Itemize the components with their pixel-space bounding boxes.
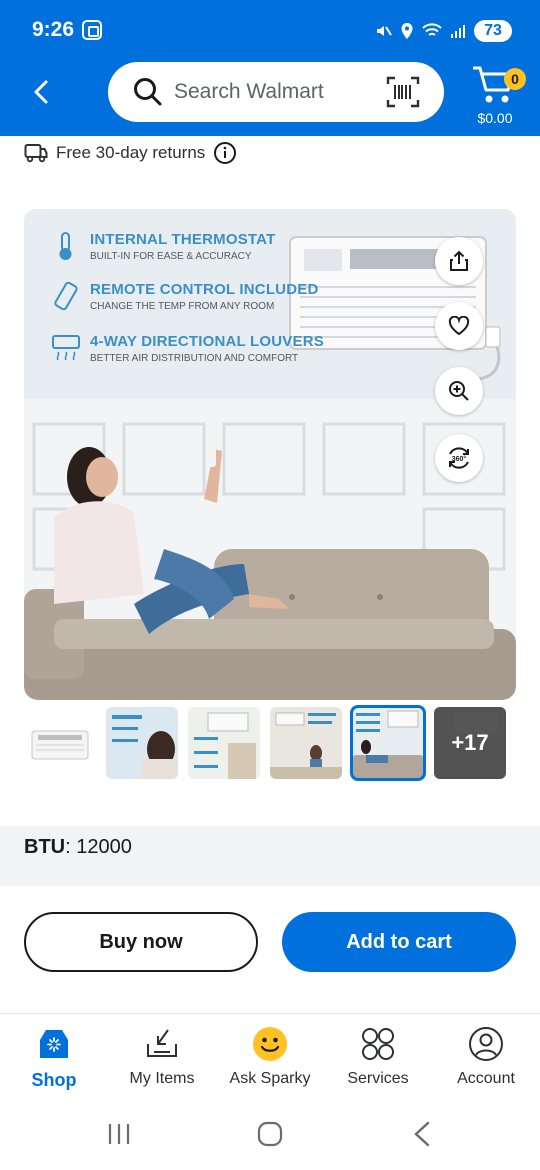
spec-btu: BTU: 12000: [24, 836, 132, 859]
search-input[interactable]: Search Walmart: [174, 80, 324, 104]
returns-truck-icon: [24, 144, 48, 163]
spec-label: BTU: [24, 836, 66, 858]
nav-ask-sparky[interactable]: Ask Sparky: [216, 1026, 324, 1088]
nav-account[interactable]: Account: [432, 1026, 540, 1088]
add-to-cart-button[interactable]: Add to cart: [282, 912, 516, 972]
wifi-icon: [422, 23, 442, 36]
feature-subtitle: BUILT-IN FOR EASE & ACCURACY: [90, 251, 252, 262]
nav-label: Services: [347, 1070, 409, 1087]
account-icon: [469, 1027, 503, 1061]
recent-apps-icon[interactable]: [106, 1122, 132, 1146]
360-view-icon: 360°: [449, 447, 469, 469]
zoom-in-icon: [449, 381, 469, 401]
nav-shop[interactable]: Shop: [0, 1026, 108, 1091]
search-bar[interactable]: Search Walmart: [108, 62, 444, 122]
louver-icon: [52, 335, 80, 361]
zoom-button[interactable]: [435, 367, 483, 415]
location-icon: [401, 23, 413, 39]
nav-label: Shop: [31, 1070, 77, 1090]
status-icons: 73: [374, 18, 512, 44]
nav-services[interactable]: Services: [324, 1026, 432, 1088]
share-button[interactable]: [435, 237, 483, 285]
screenshot-status-icon: [82, 20, 102, 40]
thermometer-icon: [59, 232, 72, 260]
status-time: 9:26: [32, 18, 75, 41]
feature-thermostat: INTERNAL THERMOSTAT BUILT-IN FOR EASE & …: [52, 231, 275, 262]
nav-label: Ask Sparky: [229, 1070, 311, 1087]
battery-indicator: 73: [474, 20, 512, 42]
cart-count-badge: 0: [504, 68, 526, 90]
services-icon: [362, 1028, 394, 1060]
cart-total: $0.00: [477, 110, 513, 126]
signal-icon: [451, 25, 465, 38]
buy-now-button[interactable]: Buy now: [24, 912, 258, 972]
feature-subtitle: BETTER AIR DISTRIBUTION AND COMFORT: [90, 353, 299, 364]
svg-text:360°: 360°: [452, 455, 467, 463]
feature-remote: REMOTE CONTROL INCLUDED CHANGE THE TEMP …: [52, 281, 319, 312]
thumbnail-more[interactable]: +17: [434, 707, 506, 779]
mute-icon: [377, 26, 392, 36]
spec-value: : 12000: [65, 836, 132, 858]
share-icon: [450, 250, 468, 271]
thumbnail-2[interactable]: [106, 707, 178, 779]
feature-subtitle: CHANGE THE TEMP FROM ANY ROOM: [90, 301, 275, 312]
nav-my-items[interactable]: My Items: [108, 1026, 216, 1088]
remote-icon: [54, 281, 78, 311]
system-back-icon[interactable]: [410, 1120, 434, 1148]
feature-title: INTERNAL THERMOSTAT: [90, 231, 276, 248]
feature-title: REMOTE CONTROL INCLUDED: [90, 281, 319, 298]
system-navigation-bar: [0, 1100, 540, 1170]
nav-label: Account: [457, 1070, 515, 1087]
view-360-button[interactable]: 360°: [435, 434, 483, 482]
barcode-scanner-icon[interactable]: [386, 76, 420, 108]
feature-louvers: 4-WAY DIRECTIONAL LOUVERS BETTER AIR DIS…: [52, 333, 324, 364]
thumbnail-3[interactable]: [188, 707, 260, 779]
bottom-navigation: Shop My Items Ask Sparky Services Accoun…: [0, 1013, 540, 1099]
more-images-count: +17: [434, 707, 506, 779]
returns-policy: Free 30-day returns: [24, 140, 237, 166]
back-arrow-icon[interactable]: [24, 74, 60, 110]
returns-text: Free 30-day returns: [56, 143, 206, 162]
sparky-icon: [253, 1027, 287, 1061]
home-icon[interactable]: [256, 1120, 284, 1148]
feature-title: 4-WAY DIRECTIONAL LOUVERS: [90, 333, 324, 350]
favorite-button[interactable]: [435, 302, 483, 350]
thumbnail-4[interactable]: [270, 707, 342, 779]
product-main-image[interactable]: INTERNAL THERMOSTAT BUILT-IN FOR EASE & …: [24, 209, 516, 700]
nav-label: My Items: [129, 1070, 195, 1087]
info-icon[interactable]: [213, 141, 237, 165]
shop-icon: [40, 1030, 68, 1058]
heart-icon: [448, 316, 470, 336]
thumbnail-5-selected[interactable]: [350, 705, 426, 781]
cart-button[interactable]: 0 $0.00: [470, 62, 526, 128]
thumbnail-1[interactable]: [24, 707, 96, 779]
search-icon: [134, 78, 162, 106]
thumbnail-strip: +17: [24, 705, 516, 781]
app-header: 9:26 73 Search Walmart 0 $0.00: [0, 0, 540, 136]
my-items-icon: [147, 1029, 177, 1057]
